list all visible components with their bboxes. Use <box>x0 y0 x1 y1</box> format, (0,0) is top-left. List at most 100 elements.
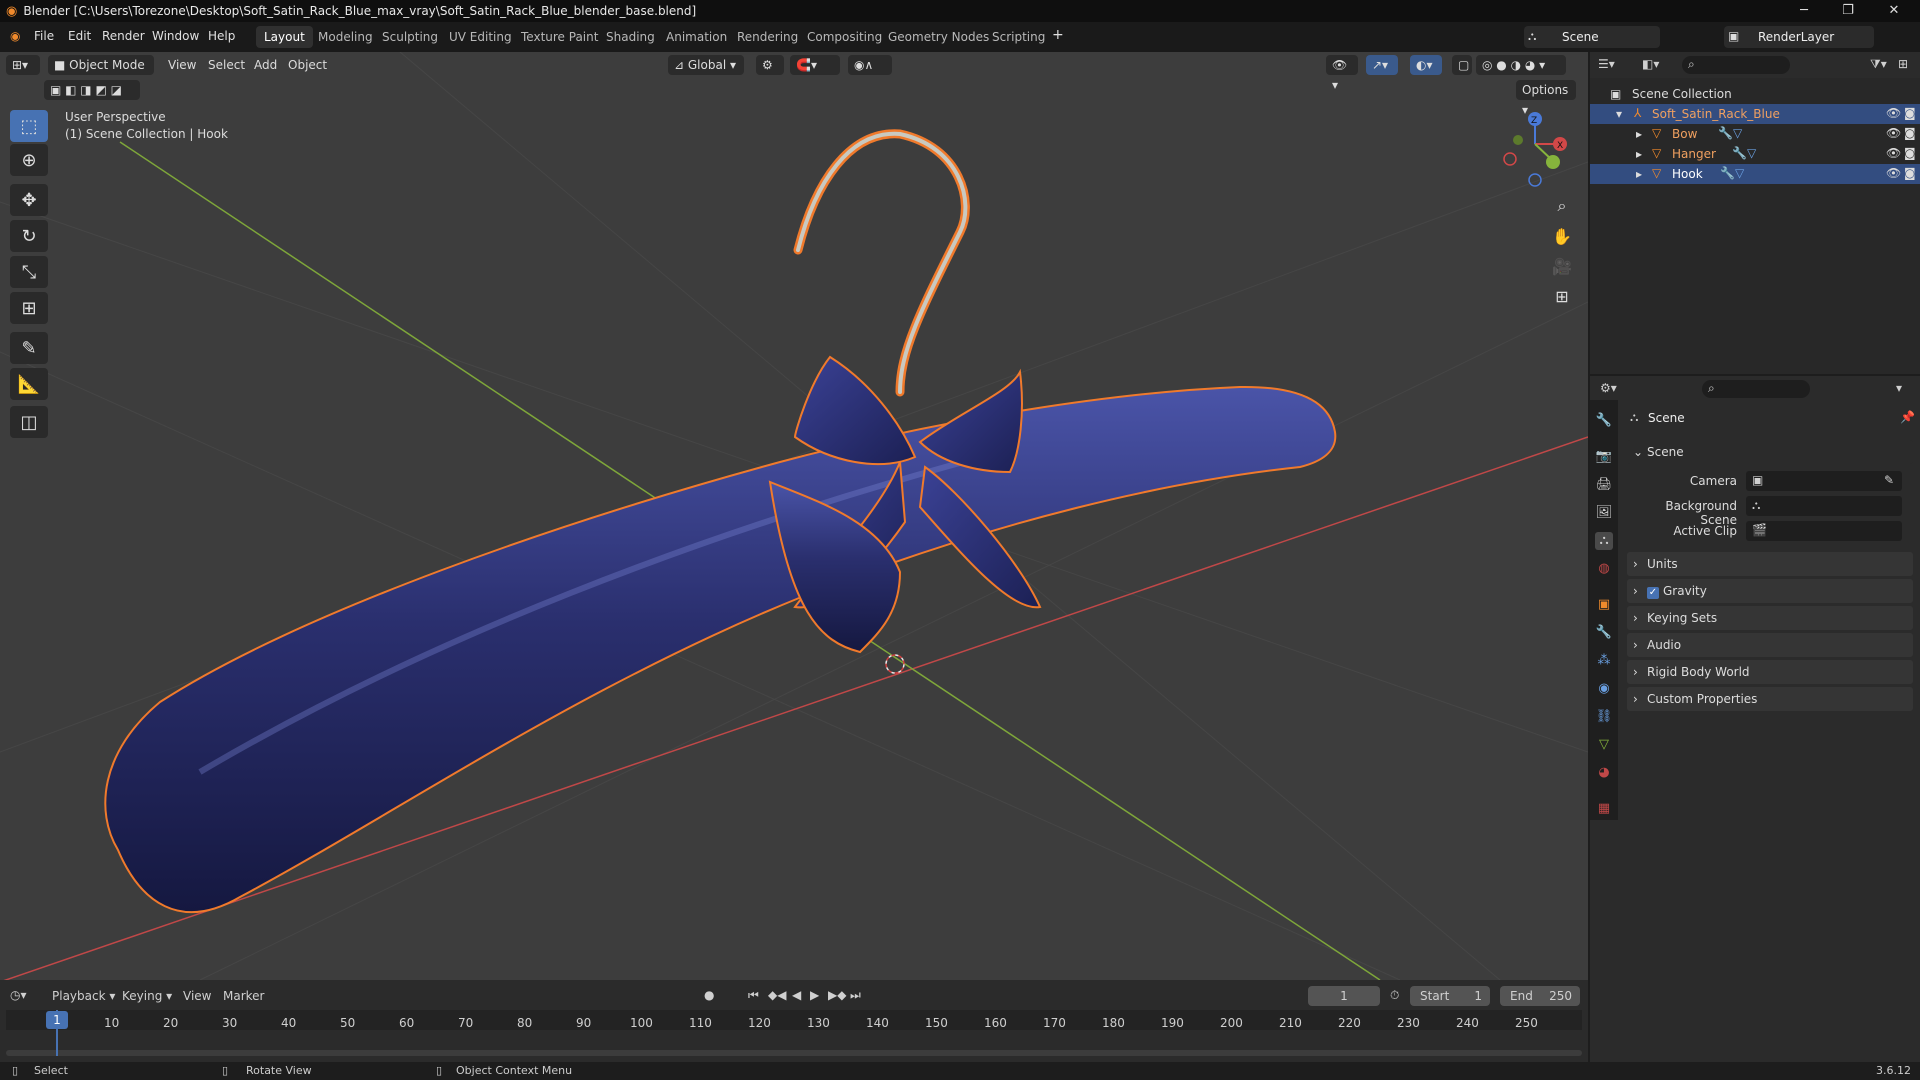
snap-button[interactable]: 🧲▾ <box>790 55 840 75</box>
selection-mode-buttons[interactable]: ▣ ◧ ◨ ◩ ◪ <box>44 80 140 100</box>
select-box-tool[interactable]: ⬚ <box>10 110 48 142</box>
end-frame-field[interactable]: End 250 <box>1500 986 1580 1006</box>
physics-tab-icon[interactable]: ◉ <box>1595 680 1613 698</box>
rotate-tool[interactable]: ↻ <box>10 220 48 252</box>
menu-help[interactable]: Help <box>208 29 235 43</box>
view-layer-tab-icon[interactable]: 🖼 <box>1595 504 1613 522</box>
modifier-tab-icon[interactable]: 🔧 <box>1595 624 1613 642</box>
move-tool[interactable]: ✥ <box>10 184 48 216</box>
expand-arrow-icon[interactable]: ▸ <box>1636 167 1642 181</box>
play-reverse-icon[interactable]: ◀ <box>792 988 801 1002</box>
expand-arrow-icon[interactable]: ▸ <box>1636 147 1642 161</box>
tab-scripting[interactable]: Scripting <box>984 26 1053 48</box>
start-frame-field[interactable]: Start 1 <box>1410 986 1490 1006</box>
outliner-editor-icon[interactable]: ☰▾ <box>1598 57 1615 71</box>
outliner-search-input[interactable]: ⌕ <box>1682 56 1790 74</box>
jump-end-icon[interactable]: ⏭ <box>850 988 861 1003</box>
tab-animation[interactable]: Animation <box>658 26 735 48</box>
tab-modeling[interactable]: Modeling <box>310 26 381 48</box>
scale-tool[interactable]: ⤡ <box>10 256 48 288</box>
material-tab-icon[interactable]: ◕ <box>1595 764 1613 782</box>
object-tab-icon[interactable]: ▣ <box>1595 596 1613 614</box>
gravity-checkbox[interactable]: ✓ <box>1647 587 1659 599</box>
camera-field[interactable]: ▣ ✎ <box>1746 471 1902 491</box>
camera-render-icon[interactable]: ◙ <box>1904 106 1916 120</box>
eye-icon[interactable]: 👁 <box>1886 166 1901 180</box>
scene-selector[interactable]: ⛬ Scene <box>1524 26 1660 48</box>
shading-mode-buttons[interactable]: ◎ ● ◑ ◕ ▾ <box>1476 55 1566 75</box>
particles-tab-icon[interactable]: ⁂ <box>1595 652 1613 670</box>
camera-render-icon[interactable]: ◙ <box>1904 146 1916 160</box>
eyedropper-icon[interactable]: ✎ <box>1884 473 1894 487</box>
render-tab-icon[interactable]: 📷 <box>1595 448 1613 466</box>
prev-keyframe-icon[interactable]: ◆◀ <box>768 988 786 1002</box>
properties-editor-icon[interactable]: ⚙▾ <box>1600 381 1617 395</box>
transform-orientation-selector[interactable]: ⊿ Global ▾ <box>668 55 744 75</box>
active-clip-field[interactable]: 🎬 <box>1746 521 1902 541</box>
expand-arrow-icon[interactable]: ▸ <box>1636 127 1642 141</box>
viewport-menu-select[interactable]: Select <box>208 58 245 72</box>
timeline-menu-marker[interactable]: Marker <box>223 989 264 1003</box>
xray-button[interactable]: ▢ <box>1452 55 1472 75</box>
maximize-button[interactable]: ❐ <box>1826 0 1870 22</box>
outliner-item-hanger[interactable]: ▸ ▽ Hanger 🔧▽ 👁 ◙ <box>1590 144 1920 164</box>
scene-tab-icon[interactable]: ⛬ <box>1595 532 1613 550</box>
world-tab-icon[interactable]: ◍ <box>1595 560 1613 578</box>
cursor-tool[interactable]: ⊕ <box>10 144 48 176</box>
hook-outline[interactable] <box>793 129 970 397</box>
gravity-panel[interactable]: › ✓ Gravity <box>1627 579 1913 603</box>
timeline-menu-keying[interactable]: Keying ▾ <box>122 989 172 1003</box>
pan-view-button[interactable]: ✋ <box>1548 222 1576 250</box>
tab-uv-editing[interactable]: UV Editing <box>441 26 520 48</box>
pin-icon[interactable]: 📌 <box>1900 410 1915 424</box>
ortho-toggle-button[interactable]: ⊞ <box>1548 282 1576 310</box>
scene-section-header[interactable]: ⌄ Scene <box>1627 440 1913 464</box>
tab-layout[interactable]: Layout <box>256 26 313 48</box>
overlay-toggle-button[interactable]: ◐▾ <box>1410 55 1442 75</box>
rigid-body-world-panel[interactable]: › Rigid Body World <box>1627 660 1913 684</box>
add-workspace-icon[interactable]: + <box>1052 27 1064 43</box>
playhead-frame-label[interactable]: 1 <box>46 1011 68 1029</box>
properties-search-input[interactable]: ⌕ <box>1702 380 1810 398</box>
outliner-item-bow[interactable]: ▸ ▽ Bow 🔧▽ 👁 ◙ <box>1590 124 1920 144</box>
eye-icon[interactable]: 👁 <box>1886 126 1901 140</box>
mode-selector[interactable]: ■ Object Mode ▾ <box>48 55 154 92</box>
constraints-tab-icon[interactable]: ⛓ <box>1595 708 1613 726</box>
viewport-menu-add[interactable]: Add <box>254 58 277 72</box>
options-button[interactable]: Options ▾ <box>1516 80 1576 117</box>
custom-properties-panel[interactable]: › Custom Properties <box>1627 687 1913 711</box>
minimize-button[interactable]: ─ <box>1782 0 1826 22</box>
next-keyframe-icon[interactable]: ▶◆ <box>828 988 846 1002</box>
record-icon[interactable]: ● <box>704 988 714 1002</box>
blender-menu-icon[interactable]: ◉ <box>10 29 20 43</box>
tab-compositing[interactable]: Compositing <box>799 26 890 48</box>
editor-type-button[interactable]: ⊞▾ <box>6 55 40 75</box>
annotate-tool[interactable]: ✎ <box>10 332 48 364</box>
properties-options-icon[interactable]: ▾ <box>1896 381 1902 395</box>
timeline-menu-playback[interactable]: Playback ▾ <box>52 989 115 1003</box>
jump-start-icon[interactable]: ⏮ <box>748 988 759 1003</box>
display-mode-icon[interactable]: ◧▾ <box>1642 57 1659 71</box>
proportional-editing-button[interactable]: ◉∧ <box>848 55 892 75</box>
outliner-scene-collection[interactable]: ▣ Scene Collection <box>1590 84 1920 104</box>
viewport-menu-object[interactable]: Object <box>288 58 327 72</box>
keying-sets-panel[interactable]: › Keying Sets <box>1627 606 1913 630</box>
transform-tool[interactable]: ⊞ <box>10 292 48 324</box>
timeline-menu-view[interactable]: View <box>183 989 211 1003</box>
eye-icon[interactable]: 👁 <box>1886 106 1901 120</box>
tab-shading[interactable]: Shading <box>598 26 663 48</box>
eye-icon[interactable]: 👁 <box>1886 146 1901 160</box>
background-scene-field[interactable]: ⛬ <box>1746 496 1902 516</box>
output-tab-icon[interactable]: 🖨 <box>1595 476 1613 494</box>
data-tab-icon[interactable]: ▽ <box>1595 736 1613 754</box>
close-button[interactable]: ✕ <box>1872 0 1916 22</box>
hanger-mesh[interactable] <box>104 385 1337 914</box>
expand-arrow-icon[interactable]: ▾ <box>1616 107 1622 121</box>
outliner-item-soft-satin-rack-blue[interactable]: ▾ ⅄ Soft_Satin_Rack_Blue 👁 ◙ <box>1590 104 1920 124</box>
tab-sculpting[interactable]: Sculpting <box>374 26 446 48</box>
pivot-point-button[interactable]: ⚙ <box>756 55 784 75</box>
stopwatch-icon[interactable]: ⏱ <box>1390 988 1399 1003</box>
camera-render-icon[interactable]: ◙ <box>1904 126 1916 140</box>
camera-render-icon[interactable]: ◙ <box>1904 166 1916 180</box>
viewport-menu-view[interactable]: View <box>168 58 196 72</box>
